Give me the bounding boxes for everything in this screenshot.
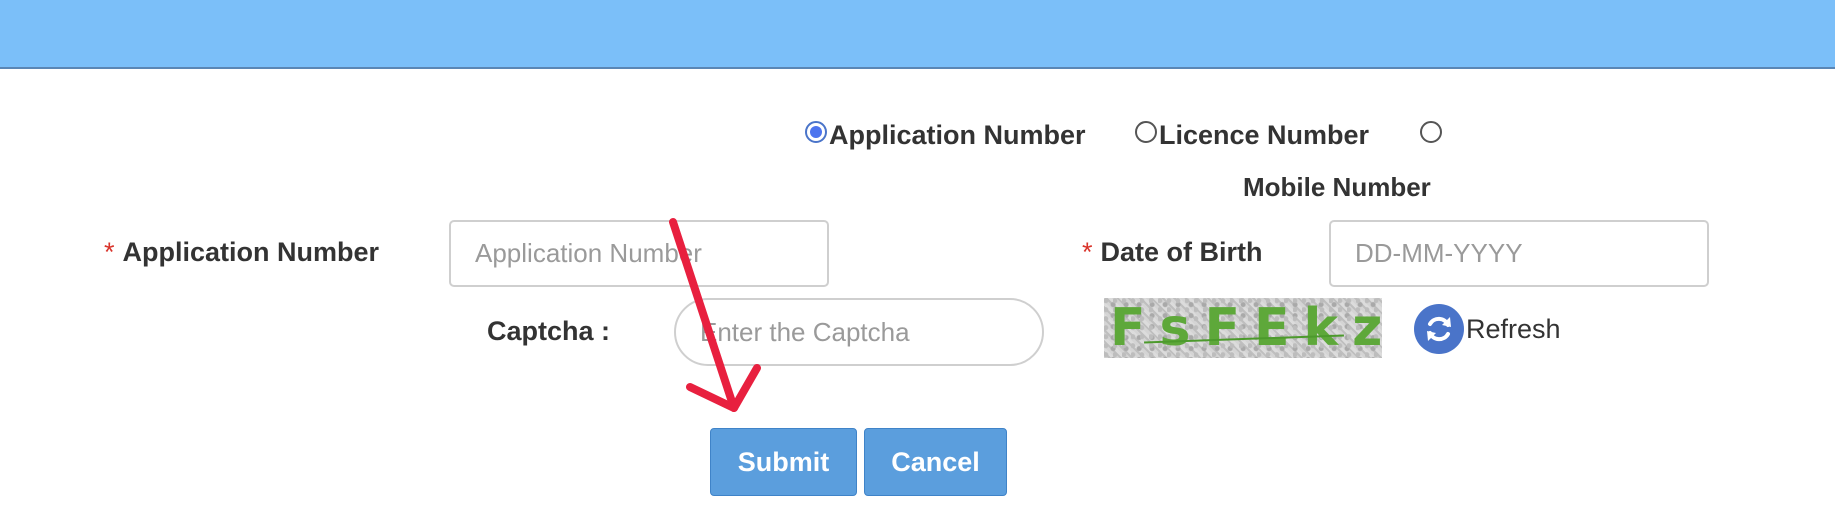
radio-label-application-number: Application Number (829, 119, 1086, 150)
captcha-image: FsFEkz (1104, 298, 1382, 358)
radio-option-application-number[interactable]: Application Number (805, 118, 1086, 152)
captcha-input[interactable] (674, 298, 1044, 366)
radio-button-licence-number[interactable] (1135, 121, 1157, 143)
radio-button-mobile-number[interactable] (1420, 121, 1442, 143)
radio-label-mobile-number: Mobile Number (1243, 172, 1431, 202)
refresh-icon[interactable] (1414, 304, 1464, 354)
captcha-image-text: FsFEkz (1110, 298, 1382, 358)
refresh-icon-glyph (1427, 316, 1451, 342)
page: Application Number Licence Number Mobile… (0, 0, 1835, 527)
date-of-birth-input[interactable] (1329, 220, 1709, 287)
header-bar (0, 0, 1835, 69)
required-marker: * (1082, 237, 1093, 267)
submit-button[interactable]: Submit (710, 428, 857, 496)
application-number-label-text: Application Number (122, 237, 380, 267)
radio-option-mobile-number[interactable] (1420, 118, 1444, 152)
refresh-captcha-button[interactable]: Refresh (1414, 303, 1561, 355)
refresh-label: Refresh (1466, 313, 1561, 344)
date-of-birth-label: * Date of Birth (1082, 237, 1263, 268)
required-marker: * (104, 237, 115, 267)
radio-button-application-number[interactable] (805, 121, 827, 143)
date-of-birth-label-text: Date of Birth (1100, 237, 1263, 267)
application-number-input[interactable] (449, 220, 829, 287)
captcha-label: Captcha : (487, 316, 611, 346)
application-number-label: * Application Number (104, 237, 379, 268)
radio-label-licence-number: Licence Number (1159, 119, 1370, 150)
radio-option-licence-number[interactable]: Licence Number (1135, 118, 1369, 152)
cancel-button[interactable]: Cancel (864, 428, 1007, 496)
